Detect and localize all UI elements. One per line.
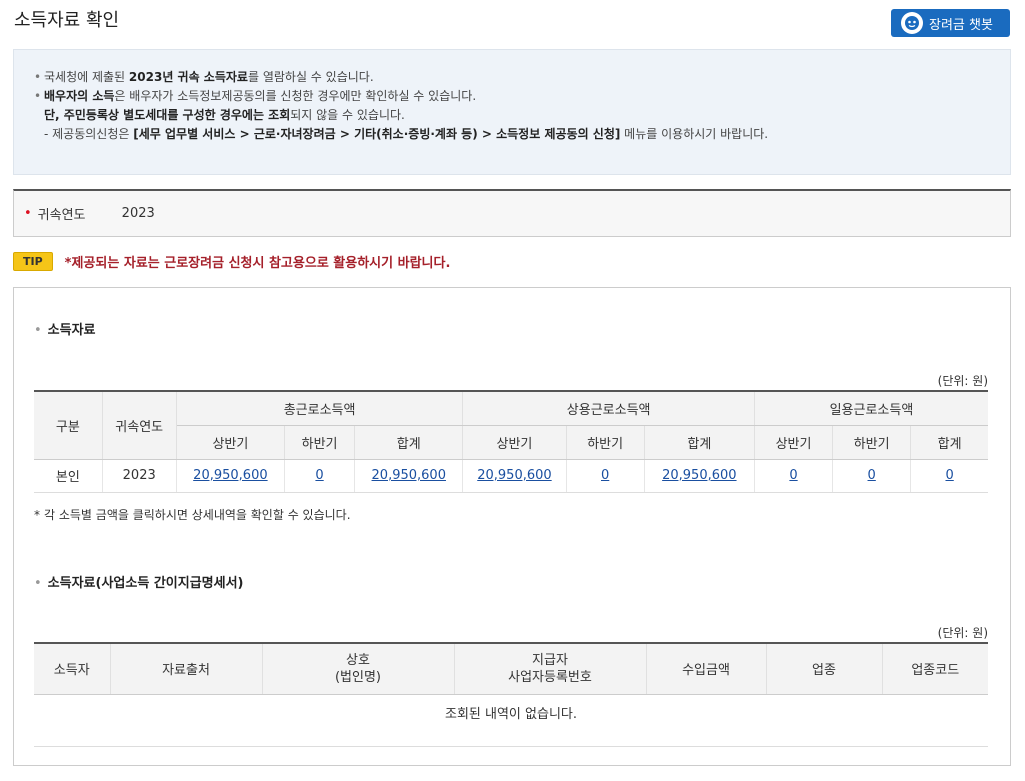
daily-sum-link[interactable]: 0: [945, 468, 953, 483]
cell-category: 본인: [34, 459, 103, 493]
col-daily-sum: 합계: [910, 425, 988, 460]
income-table: 구분 귀속연도 총근로소득액 상용근로소득액 일용근로소득액 상반기 하반기 합…: [34, 390, 988, 493]
daily-second-link[interactable]: 0: [868, 468, 876, 483]
chatbot-button[interactable]: 장려금 챗봇: [891, 9, 1010, 37]
col-year: 귀속연도: [102, 390, 177, 460]
table-row: 조회된 내역이 없습니다.: [34, 694, 988, 730]
business-unit: (단위: 원): [937, 626, 988, 640]
col-industry-code: 업종코드: [882, 642, 988, 695]
year-filter-label: 귀속연도: [37, 208, 86, 223]
total-first-link[interactable]: 20,950,600: [193, 468, 267, 483]
col-source: 자료출처: [110, 642, 263, 695]
required-star-icon: •: [24, 206, 32, 221]
chatbot-label: 장려금 챗봇: [929, 17, 993, 33]
content-panel: • 소득자료 (단위: 원) 구분 귀속연도 총근로소득액 상용근로소득액 일용근…: [13, 287, 1011, 766]
col-payer: 지급자 사업자등록번호: [454, 642, 647, 695]
col-total-first: 상반기: [176, 425, 286, 460]
tip-badge: TIP: [13, 252, 53, 271]
chatbot-icon: [901, 12, 923, 34]
col-daily-second: 하반기: [832, 425, 912, 460]
col-regular-first: 상반기: [462, 425, 567, 460]
income-section-title: • 소득자료: [34, 323, 96, 338]
year-filter-value: 2023: [121, 206, 155, 221]
regular-second-link[interactable]: 0: [601, 468, 609, 483]
regular-first-link[interactable]: 20,950,600: [477, 468, 551, 483]
business-section-title: • 소득자료(사업소득 간이지급명세서): [34, 576, 244, 591]
col-total: 총근로소득액: [176, 390, 464, 426]
cell-year: 2023: [102, 459, 177, 493]
regular-sum-link[interactable]: 20,950,600: [662, 468, 736, 483]
notice-line-4: - 제공동의신청은 [세무 업무별 서비스 > 근로·자녀장려금 > 기타(취소…: [44, 127, 769, 141]
col-income: 수입금액: [646, 642, 767, 695]
table-row: 본인 2023 20,950,600 0 20,950,600 20,950,6…: [34, 459, 988, 493]
notice-box: • 국세청에 제출된 2023년 귀속 소득자료를 열람하실 수 있습니다. • 배…: [13, 49, 1011, 175]
notice-line-3: 단, 주민등록상 별도세대를 구성한 경우에는 조회되지 않을 수 있습니다.: [44, 108, 405, 122]
total-sum-link[interactable]: 20,950,600: [372, 468, 446, 483]
col-total-sum: 합계: [354, 425, 464, 460]
business-table: 소득자 자료출처 상호 (법인명) 지급자 사업자등록번호 수입금액 업종 업종…: [34, 642, 988, 747]
col-regular-second: 하반기: [566, 425, 645, 460]
col-company: 상호 (법인명): [262, 642, 455, 695]
col-regular: 상용근로소득액: [462, 390, 755, 426]
page-title: 소득자료 확인: [14, 10, 120, 31]
empty-message: 조회된 내역이 없습니다.: [445, 706, 577, 722]
tip-text: *제공되는 자료는 근로장려금 신청시 참고용으로 활용하시기 바랍니다.: [64, 256, 451, 271]
total-second-link[interactable]: 0: [315, 468, 323, 483]
col-daily-first: 상반기: [754, 425, 834, 460]
col-earner: 소득자: [34, 642, 111, 695]
col-regular-sum: 합계: [644, 425, 755, 460]
col-total-second: 하반기: [284, 425, 356, 460]
tip-row: TIP *제공되는 자료는 근로장려금 신청시 참고용으로 활용하시기 바랍니다…: [13, 252, 450, 271]
notice-line-2: • 배우자의 소득은 배우자가 소득정보제공동의를 신청한 경우에만 확인하실 수…: [34, 89, 477, 103]
notice-line-1: • 국세청에 제출된 2023년 귀속 소득자료를 열람하실 수 있습니다.: [34, 70, 374, 84]
col-daily: 일용근로소득액: [754, 390, 988, 426]
daily-first-link[interactable]: 0: [789, 468, 797, 483]
year-filter: • 귀속연도 2023: [13, 189, 1011, 237]
col-industry: 업종: [766, 642, 883, 695]
income-note: * 각 소득별 금액을 클릭하시면 상세내역을 확인할 수 있습니다.: [34, 508, 351, 522]
col-category: 구분: [34, 390, 103, 460]
income-unit: (단위: 원): [937, 374, 988, 388]
